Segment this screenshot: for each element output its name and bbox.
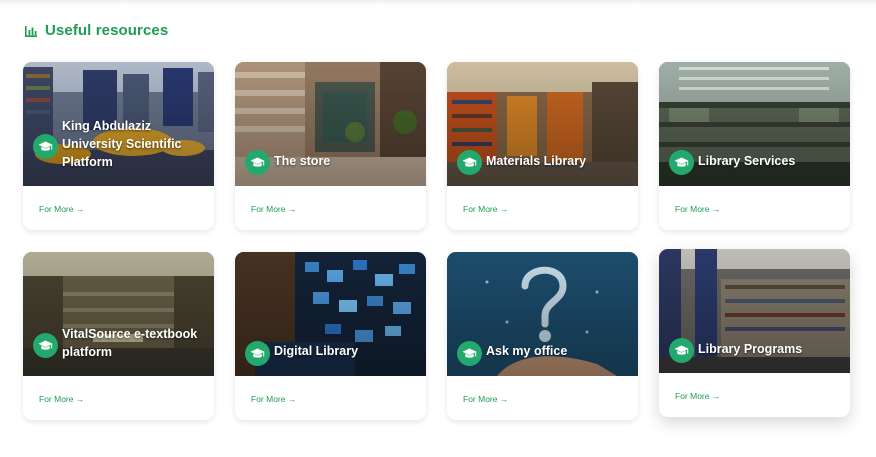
card-title: Materials Library bbox=[486, 154, 587, 168]
for-more-link[interactable]: For More → bbox=[251, 204, 296, 214]
resource-card-materials-library[interactable]: Materials Library For More → bbox=[447, 62, 638, 230]
resource-card-vitalsource[interactable]: VitalSource e-textbook platform For More… bbox=[23, 252, 214, 420]
resource-card-scientific-platform[interactable]: King Abdulaziz University Scientific Pla… bbox=[23, 62, 214, 230]
for-more-link[interactable]: For More → bbox=[39, 204, 84, 214]
card-title: King Abdulaziz University Scientific Pla… bbox=[62, 119, 182, 169]
graduation-cap-icon bbox=[245, 341, 270, 366]
graduation-cap-icon bbox=[669, 338, 694, 363]
graduation-cap-icon bbox=[457, 341, 482, 366]
card-title: The store bbox=[274, 154, 331, 168]
resource-card-library-services[interactable]: Library Services For More → bbox=[659, 62, 850, 230]
for-more-link[interactable]: For More → bbox=[39, 394, 84, 404]
section-header: Useful resources bbox=[24, 22, 168, 39]
section-title: Useful resources bbox=[45, 22, 169, 39]
bar-chart-icon bbox=[25, 25, 37, 37]
for-more-link[interactable]: For More → bbox=[463, 394, 508, 404]
card-title: VitalSource e-textbook platform bbox=[62, 327, 198, 359]
card-title: Ask my office bbox=[486, 344, 568, 358]
graduation-cap-icon bbox=[245, 150, 270, 175]
graduation-cap-icon bbox=[33, 333, 58, 358]
resource-card-ask-my-office[interactable]: Ask my office For More → bbox=[447, 252, 638, 420]
resource-card-library-programs[interactable]: Library Programs For More → bbox=[659, 249, 850, 417]
for-more-link[interactable]: For More → bbox=[675, 391, 720, 401]
card-title: Library Services bbox=[698, 154, 796, 168]
card-title: Digital Library bbox=[274, 344, 359, 358]
card-title: Library Programs bbox=[698, 342, 803, 356]
graduation-cap-icon bbox=[33, 134, 58, 159]
for-more-link[interactable]: For More → bbox=[463, 204, 508, 214]
graduation-cap-icon bbox=[669, 150, 694, 175]
resource-card-the-store[interactable]: The store For More → bbox=[235, 62, 426, 230]
for-more-link[interactable]: For More → bbox=[675, 204, 720, 214]
resource-card-digital-library[interactable]: Digital Library For More → bbox=[235, 252, 426, 420]
for-more-link[interactable]: For More → bbox=[251, 394, 296, 404]
top-shadow-divider bbox=[0, 0, 876, 6]
graduation-cap-icon bbox=[457, 150, 482, 175]
